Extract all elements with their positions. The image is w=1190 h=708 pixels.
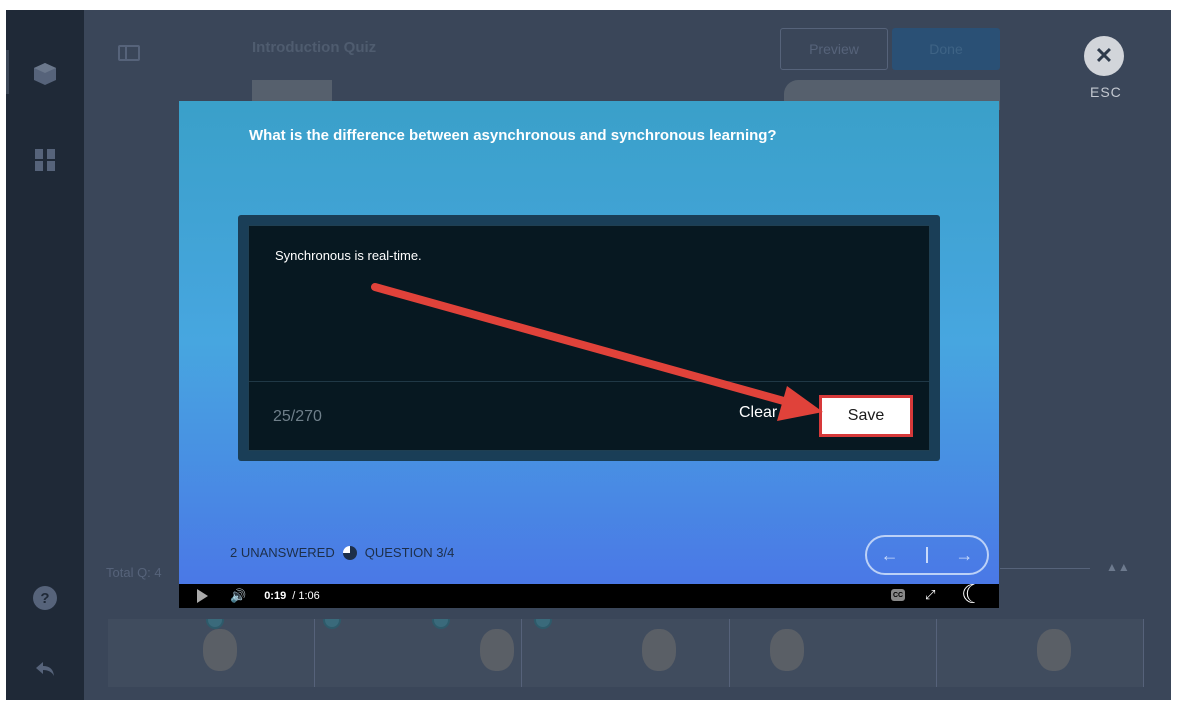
timeline-track <box>1000 568 1090 569</box>
film-frame <box>522 619 730 687</box>
sidebar: ? <box>6 10 84 700</box>
current-time: 0:19 <box>264 590 287 602</box>
closed-captions-icon[interactable]: CC <box>891 589 905 601</box>
annotation-arrow-shaft <box>371 283 795 407</box>
sidebar-active-indicator <box>6 50 9 94</box>
video-filmstrip[interactable] <box>108 619 1145 687</box>
filmstrip-icon[interactable] <box>31 146 59 174</box>
help-icon[interactable]: ? <box>31 584 59 612</box>
preview-button[interactable]: Preview <box>780 28 888 70</box>
annotation-arrow-head <box>777 386 823 421</box>
volume-icon[interactable]: 🔊 <box>230 588 246 604</box>
film-frame <box>730 619 937 687</box>
cube-icon[interactable] <box>31 60 59 88</box>
film-frame <box>108 619 316 687</box>
quiz-modal: What is the difference between asynchron… <box>179 101 999 584</box>
back-arrow-icon[interactable] <box>31 655 59 683</box>
panel-toggle-icon[interactable] <box>118 45 140 61</box>
zoom-mountain-icon[interactable]: ▲▲ <box>1106 560 1130 574</box>
question-progress: QUESTION 3/4 <box>364 545 455 560</box>
film-frame <box>937 619 1145 687</box>
close-icon: ✕ <box>1094 43 1114 68</box>
page-title: Introduction Quiz <box>252 39 377 56</box>
quiz-status-bar: 2 UNANSWERED QUESTION 3/4 <box>230 545 454 560</box>
play-icon[interactable] <box>197 589 208 603</box>
total-questions: Total Q: 4 <box>106 565 162 580</box>
video-player-bar: 🔊 0:19 / 1:06 CC ⤢ ☾ <box>179 579 999 609</box>
unanswered-count: 2 UNANSWERED <box>230 545 335 560</box>
film-frame <box>315 619 523 687</box>
moon-logo-icon[interactable]: ☾ <box>961 579 984 610</box>
progress-pie-icon <box>342 545 357 560</box>
esc-label: ESC <box>1090 84 1122 100</box>
annotation-arrow <box>371 283 823 421</box>
app-frame: ? Introduction Quiz Preview Done Total Q… <box>6 10 1171 700</box>
fullscreen-icon[interactable]: ⤢ <box>925 587 935 603</box>
svg-text:?: ? <box>40 590 49 607</box>
previous-arrow-icon[interactable]: ← <box>881 545 899 566</box>
nav-separator <box>925 547 928 563</box>
close-button[interactable]: ✕ <box>1084 36 1124 76</box>
total-time: / 1:06 <box>292 590 320 602</box>
next-arrow-icon[interactable]: → <box>955 545 973 566</box>
question-navigation: ← → <box>865 535 989 575</box>
done-button[interactable]: Done <box>892 28 1000 70</box>
